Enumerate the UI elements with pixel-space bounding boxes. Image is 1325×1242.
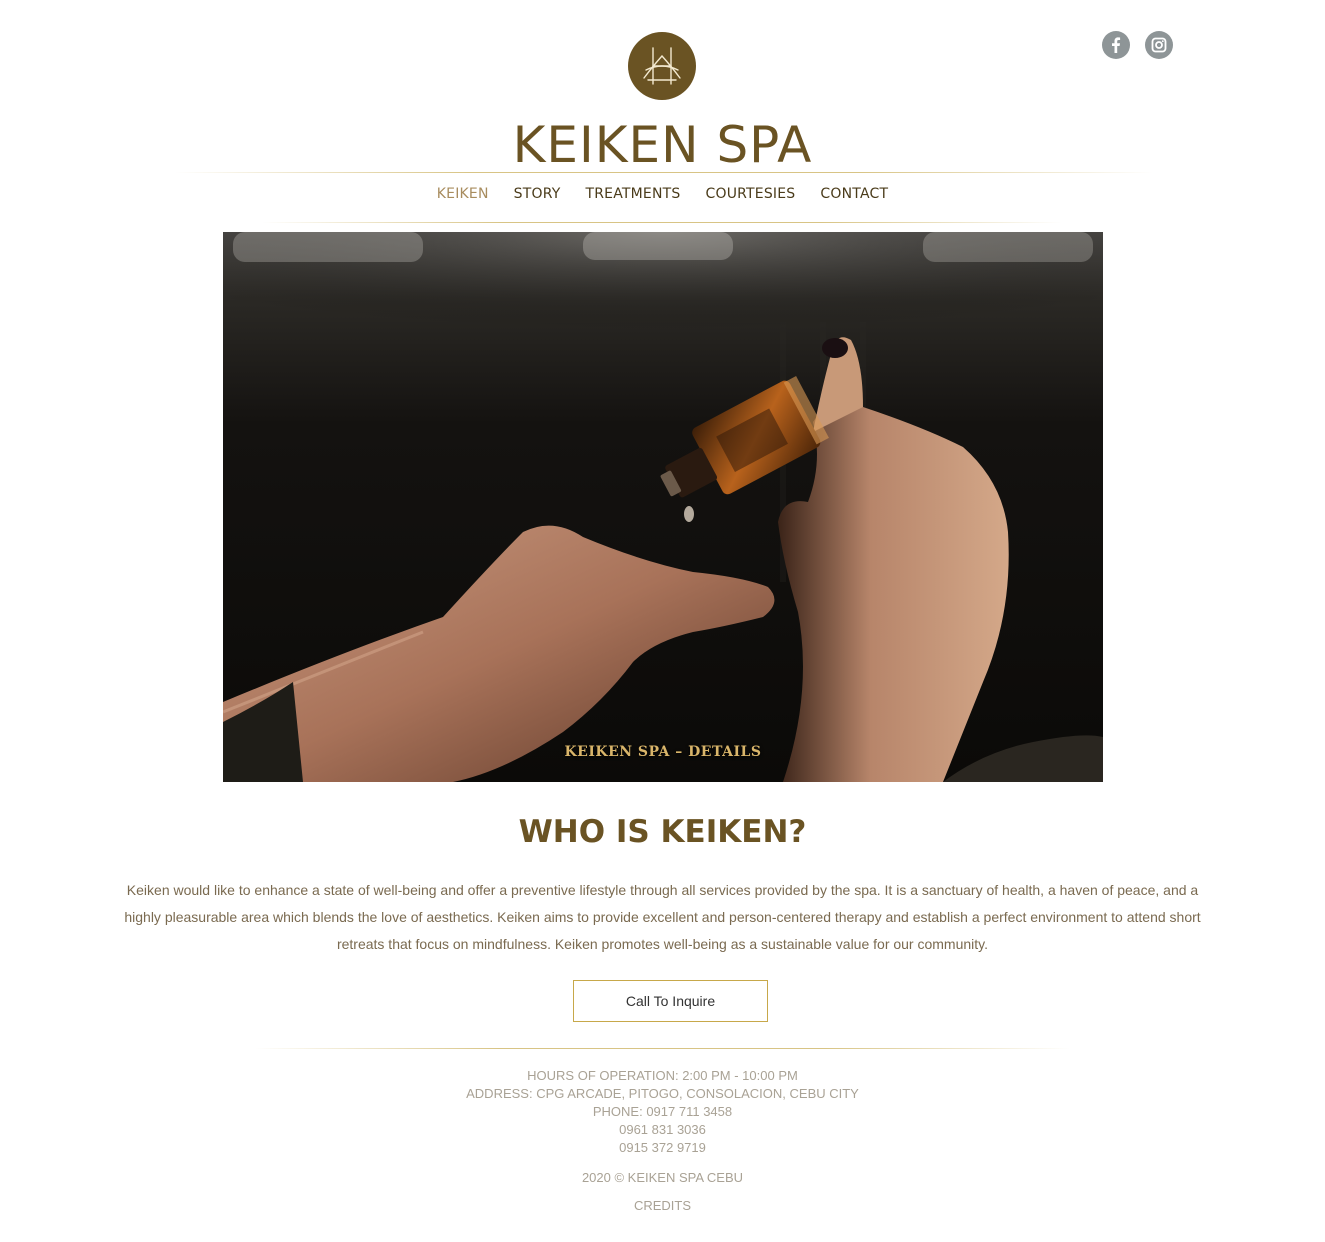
credits-link[interactable]: CREDITS — [0, 1198, 1325, 1213]
site-title[interactable]: KEIKEN SPA — [0, 113, 1325, 177]
phone-text[interactable]: 0915 372 9719 — [0, 1139, 1325, 1157]
section-title: WHO IS KEIKEN? — [518, 814, 807, 850]
divider — [262, 222, 1062, 223]
logo-mark-icon — [643, 47, 681, 85]
social-links — [1102, 31, 1173, 59]
about-body: Keiken would like to enhance a state of … — [124, 882, 1201, 952]
call-to-inquire-button[interactable]: Call To Inquire — [573, 980, 768, 1022]
footer-info: HOURS OF OPERATION: 2:00 PM - 10:00 PM A… — [0, 1067, 1325, 1157]
logo[interactable] — [628, 32, 696, 100]
hours-text: HOURS OF OPERATION: 2:00 PM - 10:00 PM — [527, 1068, 798, 1083]
phone-text[interactable]: PHONE: 0917 711 3458 — [0, 1103, 1325, 1121]
instagram-icon[interactable] — [1145, 31, 1173, 59]
oil-dropper-photo — [223, 232, 1103, 782]
nav-item-courtesies[interactable]: COURTESIES — [706, 186, 796, 202]
facebook-icon[interactable] — [1102, 31, 1130, 59]
nav-item-keiken[interactable]: KEIKEN — [437, 186, 489, 202]
nav-item-story[interactable]: STORY — [514, 186, 561, 202]
divider — [255, 1048, 1070, 1049]
hero-image: KEIKEN SPA – DETAILS — [223, 232, 1103, 782]
address-text: ADDRESS: CPG ARCADE, PITOGO, CONSOLACION… — [466, 1086, 859, 1101]
page: KEIKEN SPA KEIKEN STORY TREATMENTS COURT… — [0, 0, 1325, 1242]
divider — [175, 172, 1153, 173]
nav-item-treatments[interactable]: TREATMENTS — [585, 186, 680, 202]
nav-item-contact[interactable]: CONTACT — [820, 186, 888, 202]
phone-text[interactable]: 0961 831 3036 — [0, 1121, 1325, 1139]
main-nav: KEIKEN STORY TREATMENTS COURTESIES CONTA… — [0, 186, 1325, 202]
copyright: 2020 © KEIKEN SPA CEBU — [581, 1170, 744, 1185]
hero-caption[interactable]: KEIKEN SPA – DETAILS — [223, 744, 1103, 760]
